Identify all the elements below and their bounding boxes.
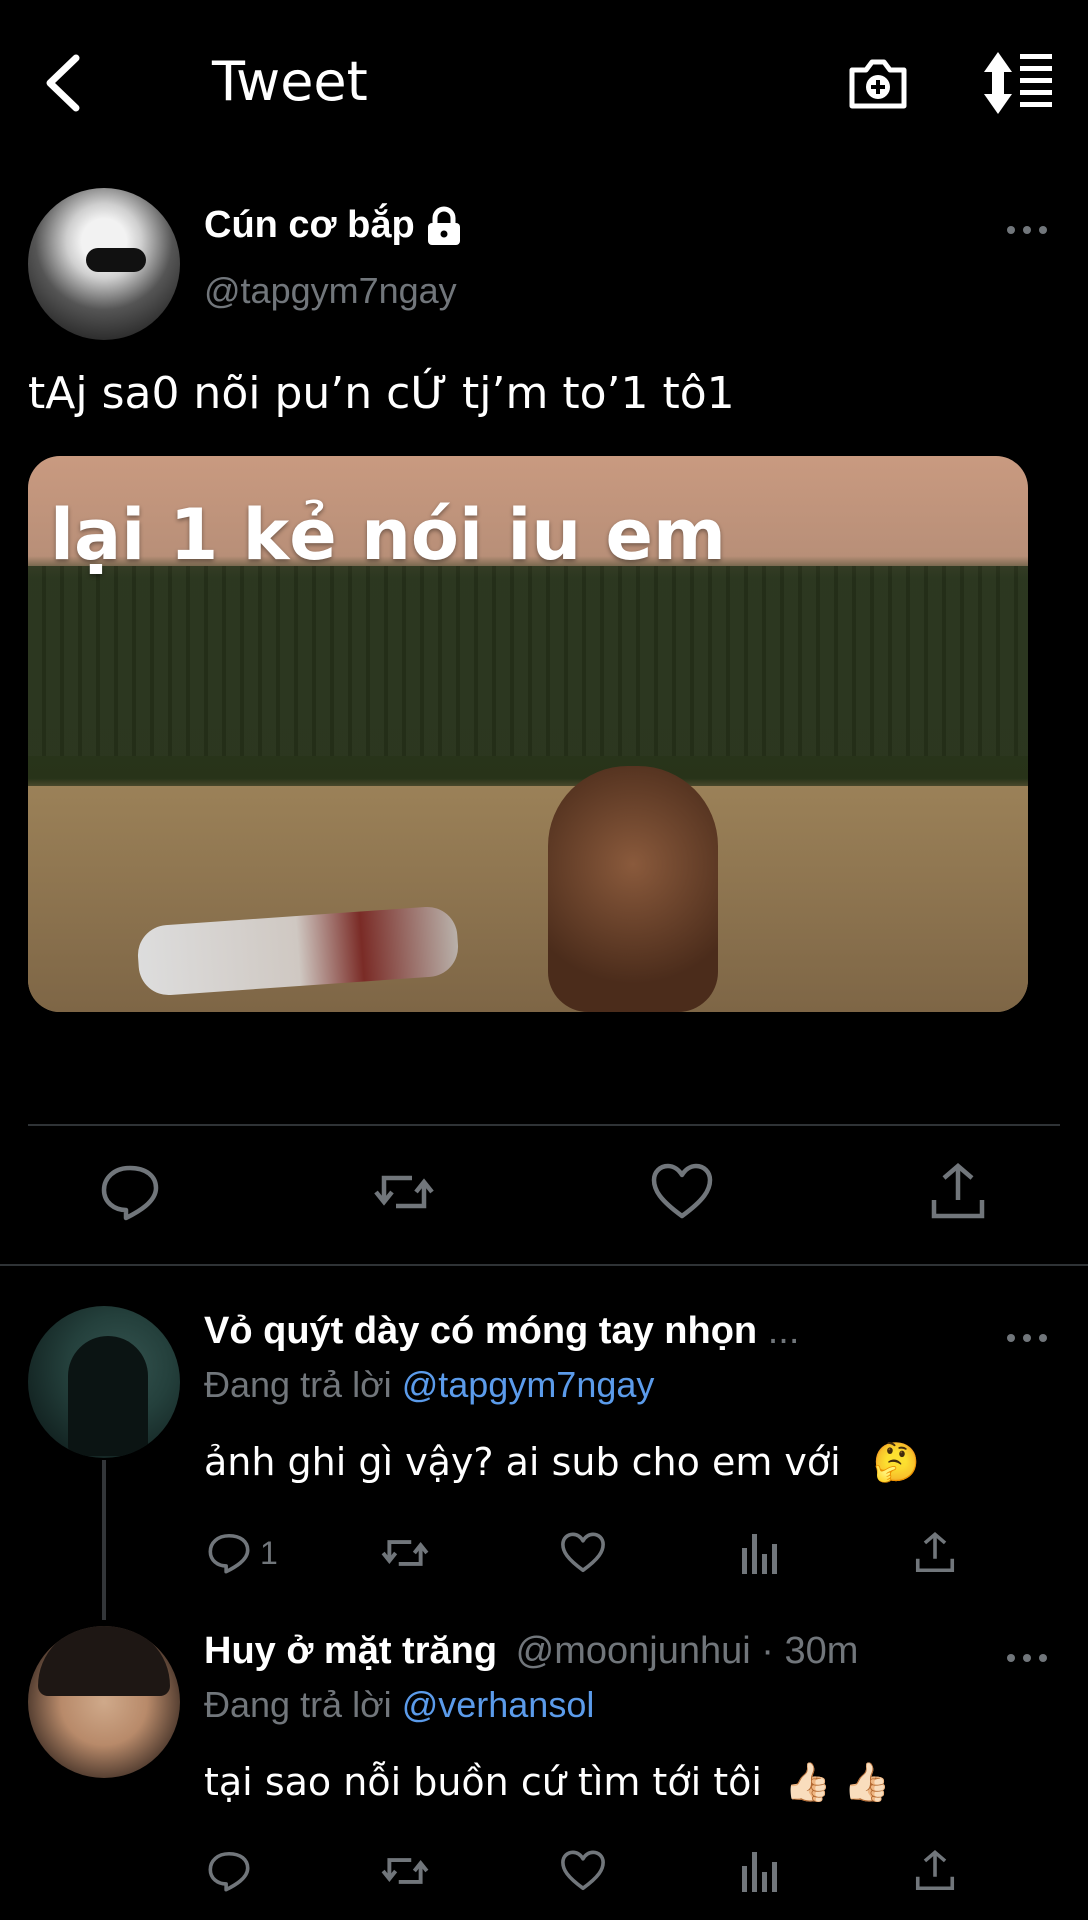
reply-icon	[208, 1851, 250, 1892]
more-options-button[interactable]	[1004, 1648, 1050, 1668]
more-options-button[interactable]	[1004, 1328, 1050, 1348]
share-icon	[915, 1849, 955, 1891]
bar-chart-icon	[742, 1852, 777, 1892]
reply-text: tại sao nỗi buồn cứ tìm tới tôi 👍🏻 👍🏻	[204, 1760, 891, 1805]
analytics-button[interactable]	[740, 1846, 780, 1896]
retweet-icon	[381, 1540, 429, 1566]
more-options-button[interactable]	[1004, 220, 1050, 240]
heart-icon	[561, 1850, 605, 1891]
avatar[interactable]	[28, 1626, 180, 1778]
image-fence	[28, 566, 1028, 756]
like-button[interactable]	[650, 1160, 714, 1224]
reply-author-meta: @moonjunhui · 30m	[515, 1630, 859, 1672]
thinking-emoji: 🤔	[872, 1440, 921, 1484]
replying-to: Đang trả lời @verhansol	[204, 1684, 594, 1726]
reply-actions	[0, 1846, 1088, 1906]
tweet-text: tAj sa0 nõi pu’n cỨ tj’m to’1 tô1	[28, 368, 735, 419]
share-icon	[915, 1531, 955, 1573]
avatar-glasses	[86, 248, 146, 272]
more-horizontal-icon	[1007, 1334, 1047, 1342]
thumbs-up-emoji: 👍🏻 👍🏻	[784, 1760, 891, 1804]
sort-button[interactable]	[980, 48, 1056, 118]
analytics-button[interactable]	[740, 1528, 780, 1578]
reply-button[interactable]: 1	[206, 1528, 278, 1578]
retweet-button[interactable]	[372, 1160, 436, 1224]
camera-plus-icon	[849, 59, 907, 109]
author-handle[interactable]: @tapgym7ngay	[204, 270, 457, 312]
avatar[interactable]	[28, 1306, 180, 1458]
chevron-left-icon	[46, 54, 80, 112]
replying-to-label: Đang trả lời	[204, 1364, 392, 1405]
replying-to-mention[interactable]: @verhansol	[402, 1684, 595, 1725]
reply-button[interactable]	[206, 1846, 252, 1896]
reply-button[interactable]	[98, 1160, 162, 1224]
replying-to-label: Đang trả lời	[204, 1684, 392, 1725]
tweet-image[interactable]: lại 1 kẻ nói iu em	[28, 456, 1028, 1012]
thread-line	[102, 1460, 106, 1620]
reply-author-name-text: Vỏ quýt dày có móng tay nhọn	[204, 1310, 758, 1352]
back-button[interactable]	[36, 48, 96, 118]
image-caption: lại 1 kẻ nói iu em	[50, 494, 726, 576]
camera-button[interactable]	[846, 48, 910, 118]
reply-author-name-text: Huy ở mặt trăng	[204, 1630, 498, 1672]
sort-icon	[984, 52, 1052, 114]
top-bar: Tweet	[0, 0, 1088, 165]
reply-count: 1	[260, 1534, 278, 1571]
avatar[interactable]	[28, 188, 180, 340]
retweet-icon	[381, 1858, 429, 1884]
reply-author-meta: ...	[767, 1310, 800, 1352]
reply-icon	[101, 1165, 159, 1221]
retweet-button[interactable]	[380, 1846, 430, 1896]
page-title: Tweet	[212, 50, 368, 113]
more-horizontal-icon	[1007, 1654, 1047, 1662]
lock-icon	[427, 206, 460, 245]
avatar-hair	[38, 1626, 170, 1696]
retweet-button[interactable]	[380, 1528, 430, 1578]
reply-author-name[interactable]: Huy ở mặt trăng @moonjunhui · 30m	[204, 1630, 858, 1673]
share-icon	[931, 1163, 985, 1219]
more-horizontal-icon	[1007, 226, 1047, 234]
bar-chart-icon	[742, 1534, 777, 1574]
like-button[interactable]	[560, 1528, 606, 1578]
heart-icon	[561, 1532, 605, 1573]
like-button[interactable]	[560, 1846, 606, 1896]
author-name[interactable]: Cún cơ bắp	[204, 204, 463, 247]
share-button[interactable]	[912, 1528, 958, 1578]
heart-icon	[651, 1163, 713, 1219]
reply-text: ảnh ghi gì vậy? ai sub cho em với 🤔	[204, 1440, 920, 1485]
retweet-icon	[374, 1175, 434, 1209]
image-figure-head	[548, 766, 718, 1012]
reply-text-body: ảnh ghi gì vậy? ai sub cho em với	[204, 1440, 841, 1484]
reply-author-name[interactable]: Vỏ quýt dày có móng tay nhọn ...	[204, 1310, 799, 1353]
avatar-silhouette	[68, 1336, 148, 1456]
divider	[0, 1264, 1088, 1266]
replying-to-mention[interactable]: @tapgym7ngay	[402, 1364, 655, 1405]
reply-icon	[208, 1533, 250, 1574]
share-button[interactable]	[912, 1846, 958, 1896]
author-name-text: Cún cơ bắp	[204, 204, 415, 246]
share-button[interactable]	[926, 1160, 990, 1224]
divider	[28, 1124, 1060, 1126]
tweet-actions	[0, 1160, 1088, 1230]
replying-to: Đang trả lời @tapgym7ngay	[204, 1364, 654, 1406]
reply-actions: 1	[0, 1528, 1088, 1588]
reply-text-body: tại sao nỗi buồn cứ tìm tới tôi	[204, 1760, 762, 1804]
